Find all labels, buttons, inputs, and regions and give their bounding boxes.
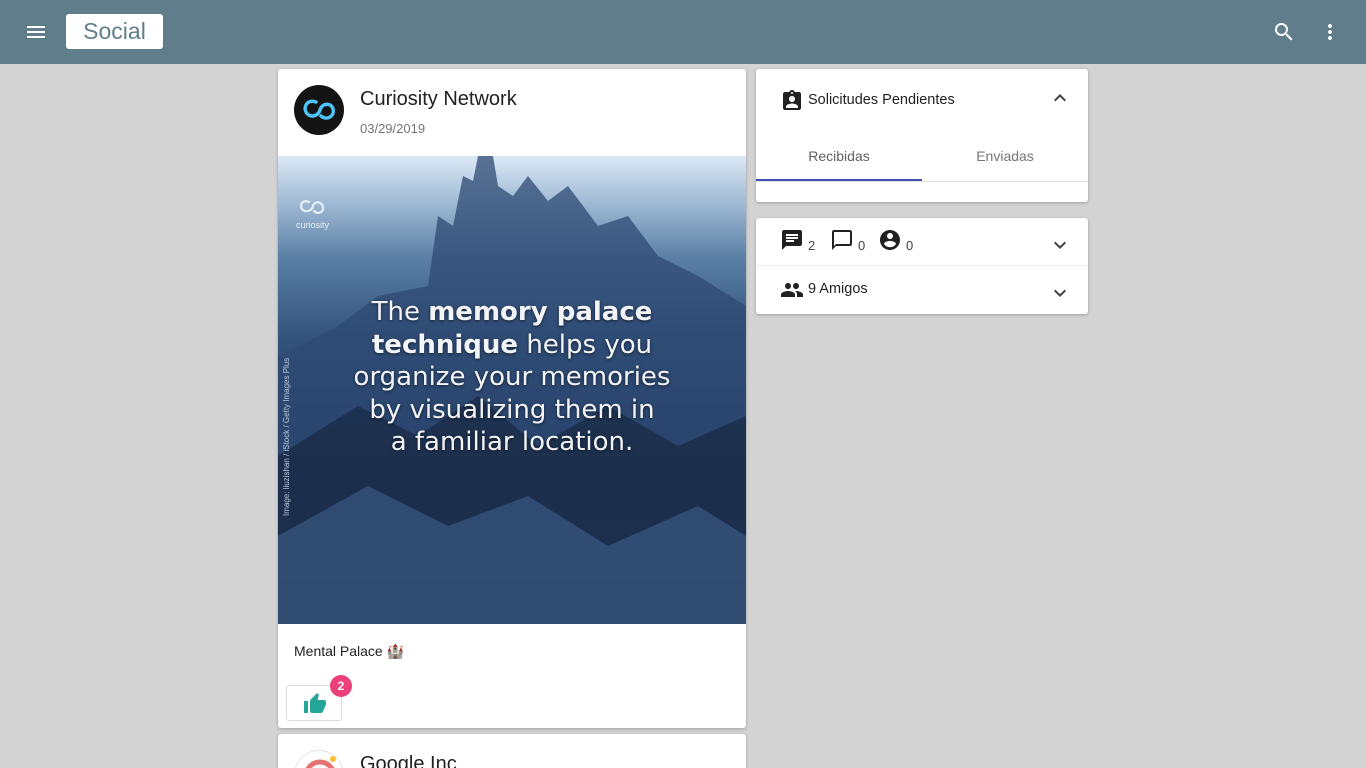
post-card: Curiosity Network 03/29/2019 curiosity T… [278, 69, 746, 728]
chat-icon [780, 228, 804, 252]
chevron-down-icon[interactable] [1048, 281, 1072, 305]
image-brand-text: curiosity [296, 220, 330, 230]
chevron-up-icon[interactable] [1048, 86, 1072, 110]
post-image[interactable]: curiosity The memory palace technique he… [278, 156, 746, 624]
friends-label[interactable]: 9 Amigos [808, 281, 868, 297]
curiosity-logo-icon [299, 200, 325, 214]
stats-panel: 2 0 0 9 Amigos [756, 218, 1088, 314]
pending-requests-header[interactable]: Solicitudes Pendientes [756, 69, 1088, 131]
post-author[interactable]: Google Inc [360, 753, 457, 768]
tabs-divider [756, 181, 1088, 182]
post-author[interactable]: Curiosity Network [360, 88, 517, 111]
app-bar: Social [0, 0, 1366, 64]
image-brand-logo: curiosity [296, 196, 333, 230]
pending-requests-panel: Solicitudes Pendientes Recibidas Enviada… [756, 69, 1088, 202]
post-date: 03/29/2019 [360, 121, 426, 136]
pending-requests-title: Solicitudes Pendientes [808, 92, 955, 108]
image-credit: Image: liuzishan / iStock / Getty Images… [282, 357, 291, 516]
author-avatar[interactable] [294, 85, 344, 135]
app-title: Social [83, 18, 146, 44]
post-text: Mental Palace 🏰 [294, 643, 405, 659]
account-circle-icon [878, 228, 902, 252]
post-card: Google Inc [278, 734, 746, 768]
tab-recibidas[interactable]: Recibidas [756, 131, 922, 181]
profile-count: 0 [906, 238, 914, 253]
more-vert-icon[interactable] [1318, 20, 1342, 44]
assignment-ind-icon [780, 89, 804, 113]
search-icon[interactable] [1272, 20, 1296, 44]
messages-count: 2 [808, 238, 816, 253]
thumb-up-icon [304, 693, 326, 713]
image-caption: The memory palace technique helps you or… [353, 297, 671, 457]
chat-bubble-outline-icon [830, 228, 854, 252]
like-count-badge: 2 [330, 675, 352, 697]
menu-icon[interactable] [24, 20, 48, 44]
author-avatar[interactable] [294, 750, 344, 768]
comments-count: 0 [858, 238, 866, 253]
app-logo[interactable]: Social [66, 14, 163, 49]
people-icon [780, 278, 804, 302]
tab-enviadas[interactable]: Enviadas [922, 131, 1088, 181]
chevron-down-icon[interactable] [1048, 233, 1072, 257]
divider [756, 265, 1088, 266]
